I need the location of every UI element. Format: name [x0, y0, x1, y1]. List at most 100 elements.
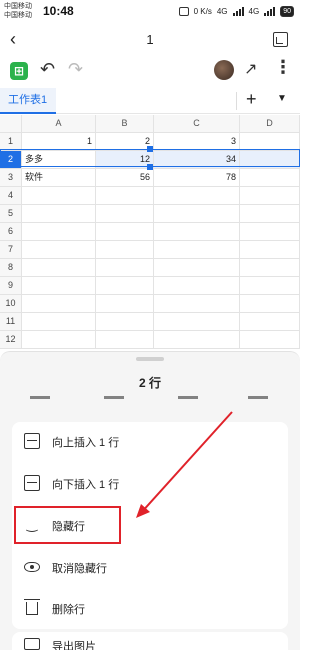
- column-header-b[interactable]: B: [96, 115, 154, 133]
- cell-b2[interactable]: 12: [96, 151, 154, 169]
- menu-delete-row[interactable]: 删除行: [12, 589, 288, 629]
- tab-divider: [236, 92, 237, 110]
- grid-cell[interactable]: [154, 187, 240, 205]
- insert-above-icon: [24, 433, 40, 449]
- column-header-a[interactable]: A: [22, 115, 96, 133]
- more-icon[interactable]: ⋮: [274, 57, 292, 78]
- grid-cell[interactable]: [96, 259, 154, 277]
- grid-cell[interactable]: [96, 295, 154, 313]
- grid-cell[interactable]: [154, 331, 240, 349]
- row-header-selected[interactable]: 2: [0, 151, 22, 169]
- row-header[interactable]: 1: [0, 133, 22, 151]
- spreadsheet-app-icon[interactable]: ⊞: [10, 62, 28, 80]
- grid-cell[interactable]: [154, 223, 240, 241]
- grid-cell[interactable]: [154, 277, 240, 295]
- row-header[interactable]: 6: [0, 223, 22, 241]
- tab-sheet1[interactable]: 工作表1: [0, 88, 56, 114]
- row-header[interactable]: 3: [0, 169, 22, 187]
- cell-c3[interactable]: 78: [154, 169, 240, 187]
- row-header[interactable]: 9: [0, 277, 22, 295]
- insert-below-icon: [24, 475, 40, 491]
- grid-cell[interactable]: [96, 205, 154, 223]
- row-header[interactable]: 7: [0, 241, 22, 259]
- cell-a2[interactable]: 多多: [22, 151, 96, 169]
- grid-cell[interactable]: [96, 223, 154, 241]
- grid-cell[interactable]: [240, 205, 300, 223]
- grid-cell[interactable]: [96, 277, 154, 295]
- menu-unhide-row[interactable]: 取消隐藏行: [12, 548, 288, 588]
- exit-fullscreen-icon[interactable]: [273, 32, 288, 47]
- row-header[interactable]: 5: [0, 205, 22, 223]
- grid-cell[interactable]: [96, 313, 154, 331]
- menu-item-label: 向上插入 1 行: [52, 437, 120, 449]
- sheet-tab-bar: 工作表1 + ▼: [0, 88, 300, 114]
- row-header[interactable]: 12: [0, 331, 22, 349]
- grid-cell[interactable]: [240, 223, 300, 241]
- cell-d2[interactable]: [240, 151, 300, 169]
- grid-cell[interactable]: [22, 223, 96, 241]
- battery-icon: 90: [280, 6, 294, 17]
- corner-cell[interactable]: [0, 115, 22, 133]
- cell-a3[interactable]: 软件: [22, 169, 96, 187]
- grid-cell[interactable]: [154, 313, 240, 331]
- grid-cell[interactable]: [22, 187, 96, 205]
- grid-cell[interactable]: [154, 205, 240, 223]
- grid-cell[interactable]: [96, 187, 154, 205]
- grid-cell[interactable]: [240, 295, 300, 313]
- cell-d1[interactable]: [240, 133, 300, 151]
- menu-item-label: 导出图片: [52, 641, 96, 650]
- row-header[interactable]: 10: [0, 295, 22, 313]
- column-header-c[interactable]: C: [154, 115, 240, 133]
- spreadsheet-grid[interactable]: A B C D 1 1 2 3 2 多多 12 34 3 软件 56 78 45…: [0, 115, 300, 351]
- grid-cell[interactable]: [240, 313, 300, 331]
- document-title: 1: [146, 32, 154, 47]
- sheet-list-dropdown-icon[interactable]: ▼: [277, 93, 287, 104]
- status-time: 10:48: [43, 4, 74, 18]
- image-icon: [24, 638, 40, 650]
- undo-icon[interactable]: ↶: [40, 59, 55, 80]
- net-type-2: 4G: [248, 7, 260, 16]
- column-header-d[interactable]: D: [240, 115, 300, 133]
- scrolled-toolbar-strip: ▬▬ ▬▬ ▬▬ ▬▬: [30, 395, 268, 402]
- grid-cell[interactable]: [154, 259, 240, 277]
- grid-cell[interactable]: [154, 295, 240, 313]
- grid-cell[interactable]: [240, 241, 300, 259]
- menu-insert-above[interactable]: 向上插入 1 行: [12, 422, 288, 462]
- grid-cell[interactable]: [22, 331, 96, 349]
- grid-cell[interactable]: [22, 295, 96, 313]
- cell-d3[interactable]: [240, 169, 300, 187]
- drag-handle[interactable]: [136, 357, 164, 361]
- panel-title: 2 行: [138, 376, 161, 390]
- selection-handle-top[interactable]: [147, 146, 153, 152]
- status-icons: 0 K/s 4G 4G 90: [178, 6, 294, 17]
- row-header[interactable]: 8: [0, 259, 22, 277]
- avatar[interactable]: [214, 60, 234, 80]
- grid-cell[interactable]: [22, 241, 96, 259]
- grid-cell[interactable]: [22, 205, 96, 223]
- row-header[interactable]: 11: [0, 313, 22, 331]
- grid-cell[interactable]: [154, 241, 240, 259]
- cell-b3[interactable]: 56: [96, 169, 154, 187]
- grid-cell[interactable]: [22, 259, 96, 277]
- menu-export-image[interactable]: 导出图片: [12, 632, 288, 650]
- cell-b1[interactable]: 2: [96, 133, 154, 151]
- redo-icon[interactable]: ↷: [68, 59, 83, 80]
- eye-icon: [24, 562, 40, 572]
- share-icon[interactable]: ↗: [244, 59, 257, 79]
- grid-cell[interactable]: [240, 187, 300, 205]
- grid-cell[interactable]: [240, 331, 300, 349]
- cell-a1[interactable]: 1: [22, 133, 96, 151]
- grid-cell[interactable]: [240, 277, 300, 295]
- cell-c1[interactable]: 3: [154, 133, 240, 151]
- grid-cell[interactable]: [22, 277, 96, 295]
- selection-handle-bottom[interactable]: [147, 164, 153, 170]
- grid-cell[interactable]: [96, 331, 154, 349]
- grid-cell[interactable]: [96, 241, 154, 259]
- cell-c2[interactable]: 34: [154, 151, 240, 169]
- menu-insert-below[interactable]: 向下插入 1 行: [12, 464, 288, 504]
- grid-cell[interactable]: [240, 259, 300, 277]
- add-sheet-plus-icon[interactable]: +: [246, 89, 257, 110]
- row-header[interactable]: 4: [0, 187, 22, 205]
- carrier-label-2: 中国移动: [4, 12, 32, 19]
- grid-cell[interactable]: [22, 313, 96, 331]
